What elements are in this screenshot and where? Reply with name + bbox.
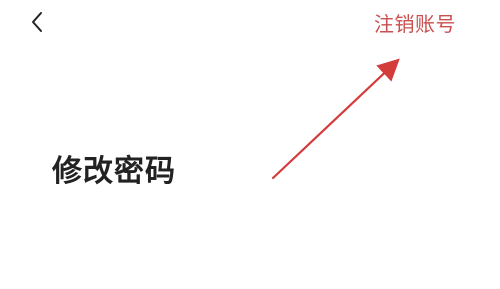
annotation-arrow xyxy=(271,58,400,180)
deregister-account-button[interactable]: 注销账号 xyxy=(374,11,456,37)
annotation-title: 修改密码 xyxy=(52,154,176,189)
chevron-left-icon xyxy=(30,11,44,37)
back-button[interactable] xyxy=(24,10,50,38)
